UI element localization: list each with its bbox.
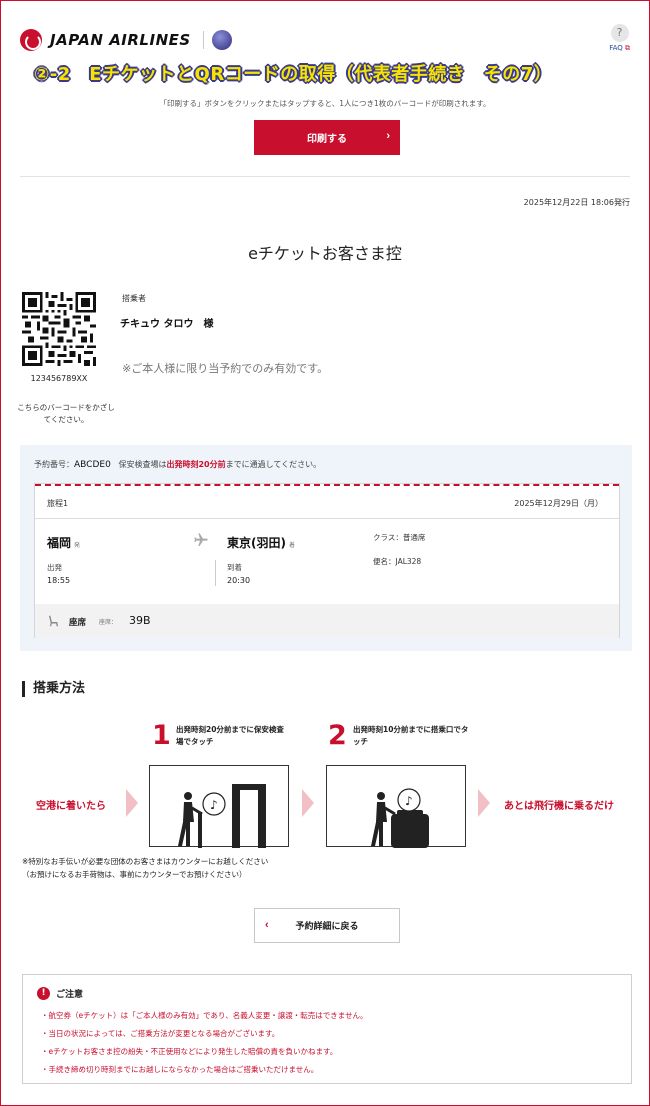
step-1-text: 出発時刻20分前までに保安検査場でタッチ	[176, 725, 284, 746]
security-gate-illustration: ♪	[149, 765, 289, 848]
flight-card: 旅程1 2025年12月29日（月） 福岡発 東京(羽田) 着 出発 18:55 …	[34, 483, 620, 638]
trip-header: 旅程1 2025年12月29日（月）	[35, 484, 619, 518]
arrow-right-icon	[126, 789, 138, 817]
arrival-label: 到着	[227, 563, 242, 572]
origin-airport: 福岡発	[47, 536, 81, 550]
chevron-left-icon: ‹	[265, 919, 269, 931]
boarding-heading: 搭乗方法	[22, 681, 85, 697]
jal-logo[interactable]: JAPAN AIRLINES	[20, 29, 232, 51]
reservation-panel: 予約番号：ABCDE0 保安検査場は出発時刻20分前までに通過してください。 旅…	[20, 445, 632, 651]
trip-date: 2025年12月29日（月）	[514, 499, 603, 508]
divider	[35, 518, 619, 519]
external-link-icon: ⧉	[625, 44, 630, 52]
caution-title: ご注意	[56, 990, 84, 1000]
flight-number: 便名：JAL328	[373, 557, 422, 566]
print-button-label: 印刷する	[307, 134, 347, 145]
faq-label: FAQ	[609, 44, 623, 52]
step-2-number: 2	[328, 720, 347, 751]
ticket-title: eチケットお客さま控	[248, 244, 402, 263]
passenger-name: チキュウ タロウ 様	[120, 319, 214, 330]
svg-text:♪: ♪	[405, 794, 413, 808]
step-1-number: 1	[152, 720, 171, 751]
caution-box: ! ご注意 航空券（eチケット）は「ご本人様のみ有効」であり、名義人変更・譲渡・…	[22, 974, 632, 1084]
reservation-code: ABCDE0	[74, 460, 111, 470]
security-deadline: 出発時刻20分前	[166, 460, 226, 469]
list-item: 手続き締め切り時刻までにお越しにならなかった場合はご搭乗いただけません。	[41, 1061, 368, 1079]
qr-code-icon	[22, 292, 96, 366]
svg-text:♪: ♪	[210, 798, 218, 812]
reservation-line: 予約番号：ABCDE0 保安検査場は出発時刻20分前までに通過してください。	[34, 460, 322, 470]
crane-logo-icon	[20, 29, 42, 51]
airplane-icon	[194, 533, 208, 546]
caution-list: 航空券（eチケット）は「ご本人様のみ有効」であり、名義人変更・譲渡・転売はできま…	[41, 1007, 368, 1079]
issued-datetime: 2025年12月22日 18:06発行	[523, 198, 630, 207]
destination-airport: 東京(羽田) 着	[227, 536, 295, 550]
step-2-text: 出発時刻10分前までに搭乗口でタッチ	[353, 725, 469, 746]
seat-sublabel: 座席：	[99, 619, 118, 626]
back-to-reservation-button[interactable]: ‹ 予約詳細に戻る	[254, 908, 400, 943]
divider	[215, 560, 216, 586]
list-item: 当日の状況によっては、ご搭乗方法が変更となる場合がございます。	[41, 1025, 368, 1043]
seat-label: 座席	[69, 618, 87, 628]
seat-number: 39B	[129, 614, 151, 627]
print-button[interactable]: 印刷する ›	[254, 120, 400, 155]
print-note: 「印刷する」ボタンをクリックまたはタップすると、1人につき1枚のバーコードが印刷…	[159, 99, 491, 108]
oneworld-logo-icon	[211, 30, 232, 50]
barcode-number: 123456789XX	[30, 374, 88, 383]
board-plane-text: あとは飛行機に乗るだけ	[504, 801, 614, 812]
seat-row: 座席 座席： 39B	[35, 604, 619, 638]
arrival-time: 20:30	[227, 576, 251, 585]
back-button-label: 予約詳細に戻る	[295, 921, 359, 931]
passenger-label: 搭乗者	[122, 294, 146, 303]
class-info: クラス：普通席	[373, 533, 426, 542]
divider	[20, 176, 630, 177]
trip-label: 旅程1	[47, 499, 69, 508]
departure-time: 18:55	[47, 576, 71, 585]
special-assistance-note: ※特別なお手伝いが必要な団体のお客さまはカウンターにお越しください （お預けにな…	[22, 857, 269, 879]
barcode-note: こちらのバーコードをかざしてください。	[17, 403, 115, 424]
seat-icon	[48, 615, 59, 627]
boarding-gate-illustration: ♪	[326, 765, 466, 848]
arrow-right-icon	[302, 789, 314, 817]
validity-note: ※ご本人様に限り当予約でのみ有効です。	[122, 362, 329, 375]
arrow-right-icon	[478, 789, 490, 817]
logo-divider	[202, 31, 204, 49]
arrive-airport-text: 空港に着いたら	[36, 801, 106, 812]
help-icon: ?	[610, 24, 629, 42]
chevron-right-icon: ›	[386, 130, 390, 142]
list-item: 航空券（eチケット）は「ご本人様のみ有効」であり、名義人変更・譲渡・転売はできま…	[41, 1007, 368, 1025]
list-item: eチケットお客さま控の紛失・不正使用などにより発生した賠償の責を負いかねます。	[41, 1043, 368, 1061]
faq-link[interactable]: ? FAQ ⧉	[609, 24, 630, 53]
alert-icon: !	[37, 987, 50, 1000]
tutorial-caption: ②-2 EチケットとQRコードの取得（代表者手続き その7）	[34, 64, 553, 85]
departure-label: 出発	[47, 563, 62, 572]
brand-name: JAPAN AIRLINES	[50, 31, 191, 49]
